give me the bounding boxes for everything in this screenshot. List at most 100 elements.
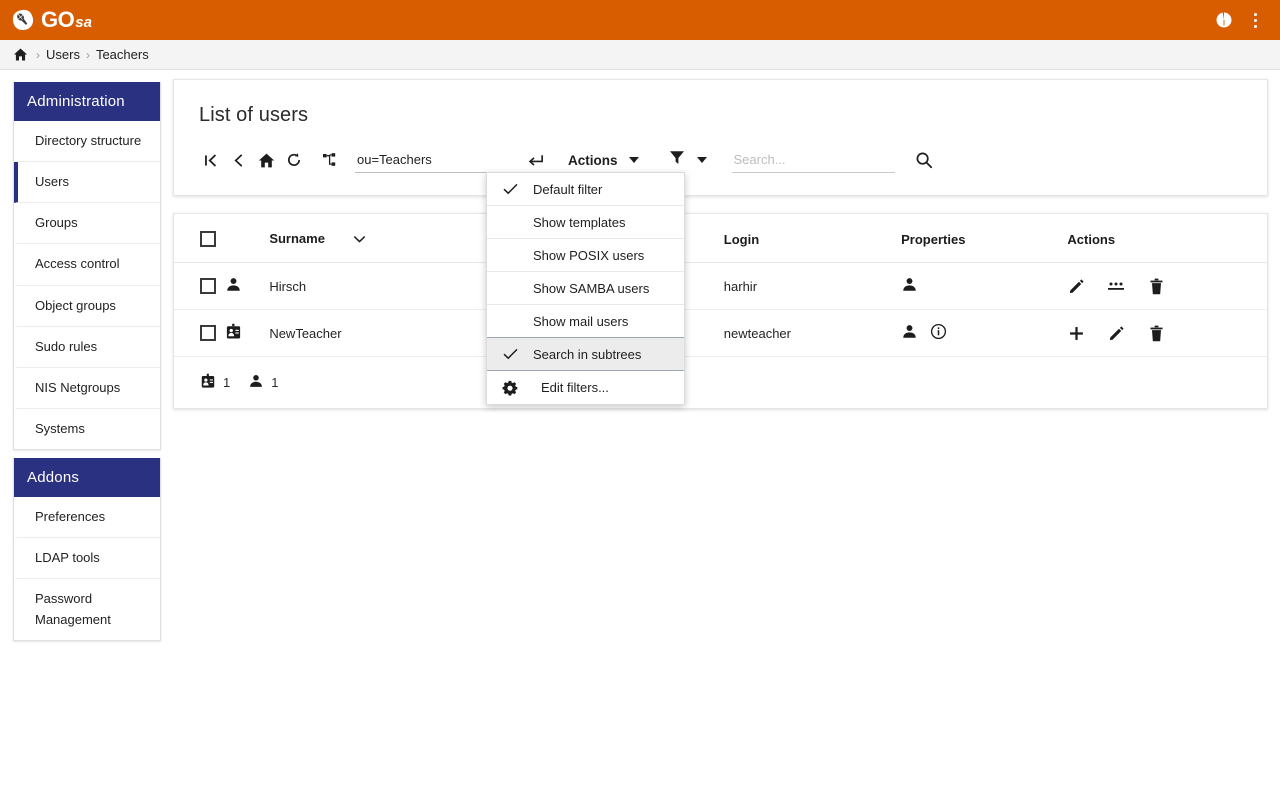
table-row[interactable]: NewTeacher newteacher <box>174 310 1267 357</box>
sidebar-group-addons: Addons Preferences LDAP tools Password M… <box>13 458 161 641</box>
edit-pencil-icon[interactable] <box>1107 324 1125 342</box>
summary-templates: 1 <box>200 373 230 392</box>
row-select-cell <box>174 310 225 357</box>
table-header-row: Surname Given name Login Properties <box>174 214 1267 263</box>
page-title: List of users <box>174 80 1267 127</box>
sidebar-group-title-administration: Administration <box>14 82 160 121</box>
pie-clock-icon[interactable] <box>1216 12 1232 28</box>
menu-item-label: Show templates <box>533 215 684 230</box>
first-page-icon[interactable] <box>197 147 223 173</box>
sidebar-item-label: Object groups <box>35 298 116 313</box>
change-password-icon[interactable] <box>1107 277 1125 295</box>
row-surname: NewTeacher <box>269 310 513 357</box>
sidebar-item-label: Access control <box>35 256 120 271</box>
delete-trash-icon[interactable] <box>1147 277 1165 295</box>
sidebar-item-directory-structure[interactable]: Directory structure <box>14 121 160 162</box>
summary-count: 1 <box>223 375 230 390</box>
sidebar-item-systems[interactable]: Systems <box>14 409 160 449</box>
edit-pencil-icon[interactable] <box>1067 277 1085 295</box>
sidebar-item-object-groups[interactable]: Object groups <box>14 286 160 327</box>
checkbox-unchecked-icon[interactable] <box>200 231 216 247</box>
table-row[interactable]: Hirsch harhir <box>174 263 1267 310</box>
breadcrumb-item-users[interactable]: Users <box>46 47 80 62</box>
chevron-down-icon <box>697 157 707 163</box>
column-label-properties: Properties <box>901 232 965 247</box>
search-icon[interactable] <box>914 150 934 170</box>
base-dn-input[interactable] <box>355 148 505 173</box>
checkbox-unchecked-icon[interactable] <box>200 325 216 341</box>
breadcrumb-separator-2: › <box>86 48 90 62</box>
filter-dropdown-button[interactable] <box>669 150 707 170</box>
users-table: Surname Given name Login Properties <box>174 214 1267 357</box>
info-circle-icon[interactable] <box>930 323 947 343</box>
menu-item-label: Edit filters... <box>533 380 684 395</box>
column-label-login: Login <box>724 232 759 247</box>
sidebar-item-ldap-tools[interactable]: LDAP tools <box>14 538 160 579</box>
brand-logo[interactable]: GO sa <box>12 9 92 31</box>
select-all-header <box>174 214 225 263</box>
row-type-cell <box>225 263 269 310</box>
sidebar-group-title-addons: Addons <box>14 458 160 497</box>
chevron-down-icon <box>353 232 366 247</box>
menu-item-show-templates[interactable]: Show templates <box>487 206 684 239</box>
summary-users: 1 <box>248 373 278 392</box>
breadcrumb: › Users › Teachers <box>0 40 1280 70</box>
breadcrumb-item-teachers[interactable]: Teachers <box>96 47 149 62</box>
sidebar-item-users[interactable]: Users <box>14 162 160 203</box>
menu-item-show-mail-users[interactable]: Show mail users <box>487 305 684 338</box>
sidebar-item-access-control[interactable]: Access control <box>14 244 160 285</box>
kebab-menu-icon[interactable] <box>1246 11 1264 29</box>
users-table-panel: Surname Given name Login Properties <box>173 213 1268 409</box>
menu-item-show-samba-users[interactable]: Show SAMBA users <box>487 272 684 305</box>
create-from-template-icon[interactable] <box>1067 324 1085 342</box>
sidebar-item-password-management[interactable]: Password Management <box>14 579 160 639</box>
home-icon[interactable] <box>253 147 279 173</box>
column-header-properties: Properties <box>901 214 1067 263</box>
delete-trash-icon[interactable] <box>1147 324 1165 342</box>
column-header-login[interactable]: Login <box>724 214 901 263</box>
menu-item-label: Show SAMBA users <box>533 281 684 296</box>
funnel-filter-icon <box>669 150 685 170</box>
menu-item-show-posix-users[interactable]: Show POSIX users <box>487 239 684 272</box>
column-header-actions: Actions <box>1067 214 1267 263</box>
sidebar-item-label: Systems <box>35 421 85 436</box>
gosa-application: GO sa › Users › Teacher <box>0 0 1280 800</box>
row-properties <box>901 263 1067 310</box>
sidebar-item-label: NIS Netgroups <box>35 380 120 395</box>
search-area <box>732 148 934 173</box>
person-icon <box>225 281 242 296</box>
search-input[interactable] <box>732 148 895 173</box>
enter-arrow-icon[interactable] <box>524 149 546 171</box>
template-badge-icon <box>225 328 242 343</box>
row-login: newteacher <box>724 310 901 357</box>
sidebar-item-label: Directory structure <box>35 133 141 148</box>
check-icon <box>487 348 533 360</box>
chevron-left-icon[interactable] <box>225 147 251 173</box>
row-actions <box>1067 310 1267 357</box>
person-icon[interactable] <box>901 276 918 296</box>
checkbox-unchecked-icon[interactable] <box>200 278 216 294</box>
sidebar-item-groups[interactable]: Groups <box>14 203 160 244</box>
column-label-actions: Actions <box>1067 232 1115 247</box>
sidebar-item-sudo-rules[interactable]: Sudo rules <box>14 327 160 368</box>
column-header-surname[interactable]: Surname <box>269 214 513 263</box>
tree-structure-icon[interactable] <box>317 147 343 173</box>
row-login: harhir <box>724 263 901 310</box>
person-icon[interactable] <box>901 323 918 343</box>
row-actions <box>1067 263 1267 310</box>
chevron-down-icon <box>629 157 639 163</box>
gear-icon <box>487 380 533 396</box>
sidebar-item-preferences[interactable]: Preferences <box>14 497 160 538</box>
refresh-icon[interactable] <box>281 147 307 173</box>
sidebar-item-nis-netgroups[interactable]: NIS Netgroups <box>14 368 160 409</box>
menu-item-default-filter[interactable]: Default filter <box>487 173 684 206</box>
menu-item-edit-filters[interactable]: Edit filters... <box>487 371 684 404</box>
sidebar-item-label: Sudo rules <box>35 339 97 354</box>
sidebar-item-label: LDAP tools <box>35 550 100 565</box>
list-toolbar: Actions <box>174 143 1267 177</box>
actions-dropdown-button[interactable]: Actions <box>568 153 639 168</box>
menu-item-search-in-subtrees[interactable]: Search in subtrees <box>487 338 684 371</box>
home-icon[interactable] <box>13 47 28 62</box>
sidebar-item-label: Users <box>35 174 69 189</box>
menu-item-label: Search in subtrees <box>533 347 684 362</box>
